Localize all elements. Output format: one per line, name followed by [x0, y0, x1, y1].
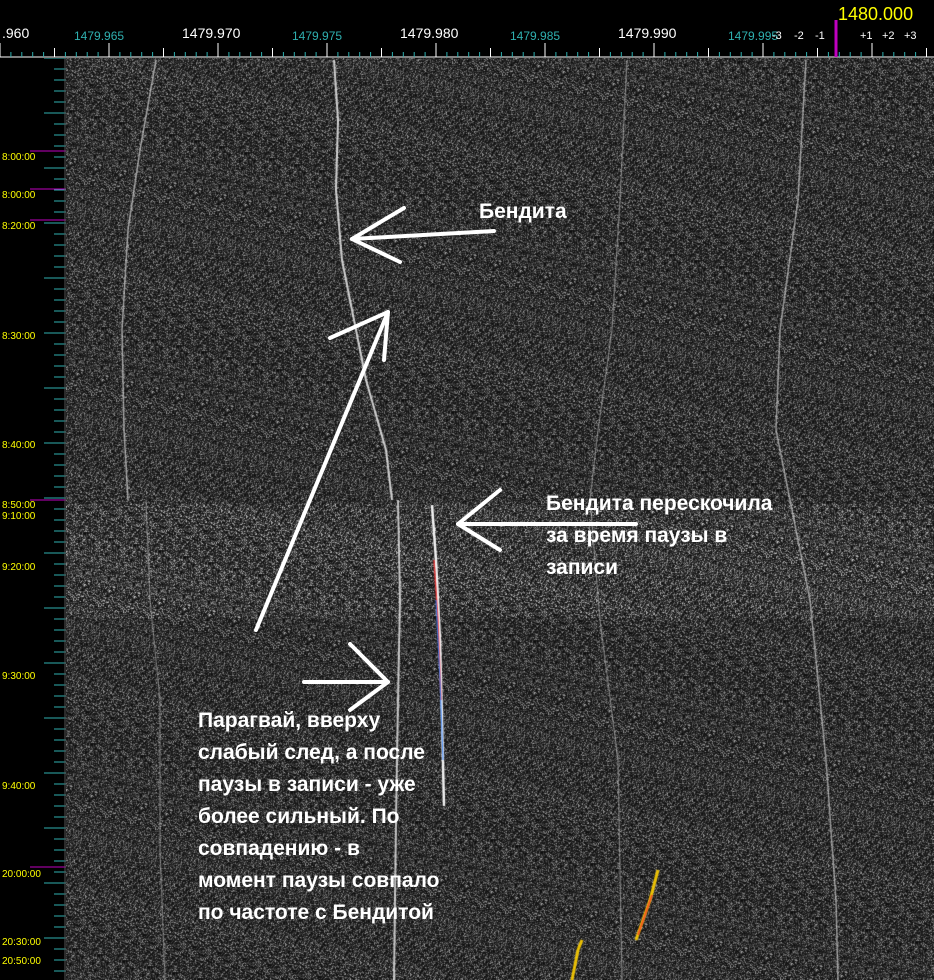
frequency-axis: .960 1479.965 1479.970 1479.975 1479.980… [0, 0, 934, 58]
time-label-4: 8:30:00 [2, 331, 36, 342]
time-label-1: 8:00:00 [2, 152, 36, 163]
annotation-paraguay: Парагвай, вверху слабый след, а после па… [198, 709, 440, 924]
time-label-6: 8:50:00 [2, 500, 36, 511]
rel-label-minus-1: -1 [815, 30, 825, 42]
time-label-3: 8:20:00 [2, 221, 36, 232]
frequency-ticks [0, 20, 934, 58]
freq-label-major-3: 1479.980 [400, 25, 459, 41]
freq-label-major-4: 1479.990 [618, 25, 677, 41]
time-label-8: 9:20:00 [2, 562, 36, 573]
time-label-13: 20:50:00 [2, 956, 41, 967]
rel-label-minus-3: -3 [772, 30, 782, 42]
rel-label-plus-2: +2 [882, 30, 895, 42]
freq-label-minor-2: 1479.975 [292, 29, 343, 43]
annotation-bendita: Бендита [479, 200, 567, 223]
annotation-bendita-jump: Бендита перескочила за время паузы в зап… [546, 492, 773, 579]
time-axis: 8:00:00 8:00:00 8:20:00 8:30:00 8:40:00 … [0, 58, 66, 980]
rel-label-minus-2: -2 [794, 30, 804, 42]
time-label-11: 20:00:00 [2, 869, 41, 880]
time-label-5: 8:40:00 [2, 440, 36, 451]
rel-label-plus-1: +1 [860, 30, 873, 42]
freq-label-minor-4: 1479.995 [728, 29, 779, 43]
time-label-9: 9:30:00 [2, 671, 36, 682]
center-frequency-readout: 1480.000 [838, 4, 914, 24]
time-label-7: 9:10:00 [2, 511, 36, 522]
freq-label-minor-1: 1479.965 [74, 29, 125, 43]
freq-label-major-2: 1479.970 [182, 25, 241, 41]
freq-label-minor-3: 1479.985 [510, 29, 561, 43]
time-label-12: 20:30:00 [2, 937, 41, 948]
rel-label-plus-3: +3 [904, 30, 917, 42]
time-label-2: 8:00:00 [2, 190, 36, 201]
freq-label-major-1: .960 [2, 25, 30, 41]
time-label-10: 9:40:00 [2, 781, 36, 792]
